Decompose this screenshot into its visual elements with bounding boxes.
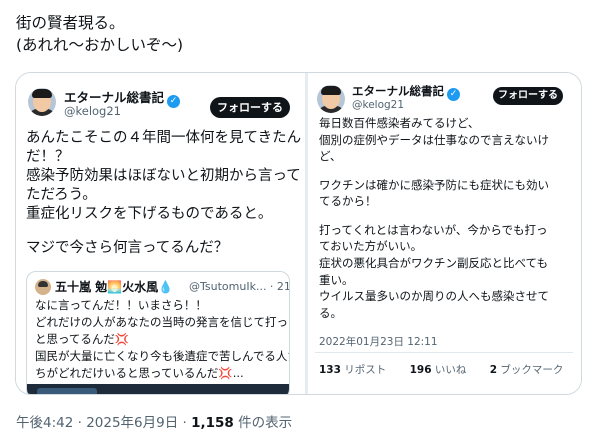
post-body: あんたこそこの４年間一体何を見てきたん だ！？ 感染予防効果はほぼないと初期から… xyxy=(26,130,302,256)
follow-button: フォローする xyxy=(210,97,290,118)
post-timestamp: 2022年01月23日 12:11 xyxy=(319,336,438,348)
tweet-text-line: 街の賢者現る。 xyxy=(16,14,125,32)
divider xyxy=(315,352,573,353)
tweet-text: 街の賢者現る。 (あれれ〜おかしいぞ〜) xyxy=(16,12,183,56)
avatar xyxy=(28,88,56,116)
quoted-media-thumbnail xyxy=(27,384,289,394)
retweet-stat: 133 リポスト xyxy=(319,364,387,376)
quoted-author-handle: @TsutomuIk... · 21時間 xyxy=(189,280,290,293)
view-count: 1,158 xyxy=(191,415,234,431)
tweet-timestamp[interactable]: 午後4:42 · 2025年6月9日 · xyxy=(16,415,191,431)
tweet-text-line: (あれれ〜おかしいぞ〜) xyxy=(16,36,184,54)
view-label: 件の表示 xyxy=(233,415,293,431)
verified-badge-icon: ✓ xyxy=(447,88,460,101)
post-body: 毎日数百件感染者みてるけど、 個別の症例やデータは仕事なので言えないけ ど、 ワ… xyxy=(319,116,549,321)
quoted-body: なに言ってんだ！！いまさら！！ どれだけの人があなたの当時の発言を信じて打ったか… xyxy=(35,298,290,380)
screenshot-left[interactable]: エターナル総書記 ✓ @kelog21 フォローする あんたこそこの４年間一体何を… xyxy=(16,73,302,394)
quoted-post: 五十嵐 勉🌅火水風💧 @TsutomuIk... · 21時間 なに言ってんだ！… xyxy=(26,271,290,394)
screenshot-right[interactable]: エターナル総書記 ✓ @kelog21 フォローする 毎日数百件感染者みてるけど、… xyxy=(305,73,581,394)
tweet-meta: 午後4:42 · 2025年6月9日 · 1,158 件の表示 xyxy=(16,411,292,431)
follow-button: フォローする xyxy=(493,87,563,105)
bookmark-stat: 2 ブックマーク xyxy=(489,364,564,376)
attached-images[interactable]: エターナル総書記 ✓ @kelog21 フォローする あんたこそこの４年間一体何を… xyxy=(15,72,582,395)
verified-badge-icon: ✓ xyxy=(167,95,181,108)
quoted-avatar xyxy=(35,279,51,295)
quoted-author-name: 五十嵐 勉🌅火水風💧 xyxy=(55,280,174,294)
like-stat: 196 いいね xyxy=(409,364,467,376)
avatar xyxy=(317,85,345,113)
post-stats: 133 リポスト 196 いいね 2 ブックマーク xyxy=(319,362,581,377)
author-handle: @kelog21 xyxy=(64,104,121,118)
author-handle: @kelog21 xyxy=(352,99,405,111)
